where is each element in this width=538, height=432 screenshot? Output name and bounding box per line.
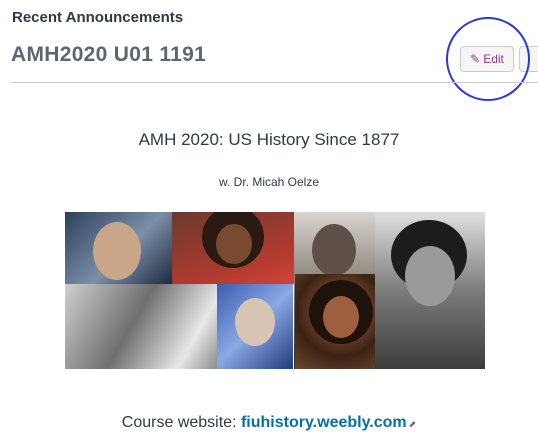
collage-photo-2 bbox=[172, 212, 294, 284]
historical-figures-collage bbox=[65, 212, 485, 369]
collage-photo-1 bbox=[65, 212, 172, 284]
edit-button[interactable]: ✎ Edit bbox=[460, 46, 514, 72]
header-divider bbox=[11, 82, 538, 83]
author-line: w. Dr. Micah Oelze bbox=[218, 175, 320, 189]
edit-button-label: Edit bbox=[483, 52, 504, 66]
page-title: AMH 2020: US History Since 1877 bbox=[138, 130, 400, 149]
recent-announcements-heading: Recent Announcements bbox=[12, 9, 184, 26]
course-code-title: AMH2020 U01 1191 bbox=[11, 43, 207, 66]
collage-photo-4 bbox=[217, 284, 293, 369]
external-link-icon: ⬈ bbox=[408, 419, 417, 429]
more-options-button[interactable] bbox=[519, 46, 538, 72]
collage-photo-3 bbox=[65, 284, 217, 369]
course-website-link[interactable]: fiuhistory.weebly.com bbox=[241, 414, 407, 431]
collage-photo-6 bbox=[295, 274, 387, 369]
course-website-label: Course website: bbox=[121, 414, 237, 431]
course-website-line: Course website: fiuhistory.weebly.com ⬈ bbox=[0, 414, 538, 432]
collage-photo-7 bbox=[375, 212, 485, 369]
pencil-icon: ✎ bbox=[470, 52, 481, 66]
